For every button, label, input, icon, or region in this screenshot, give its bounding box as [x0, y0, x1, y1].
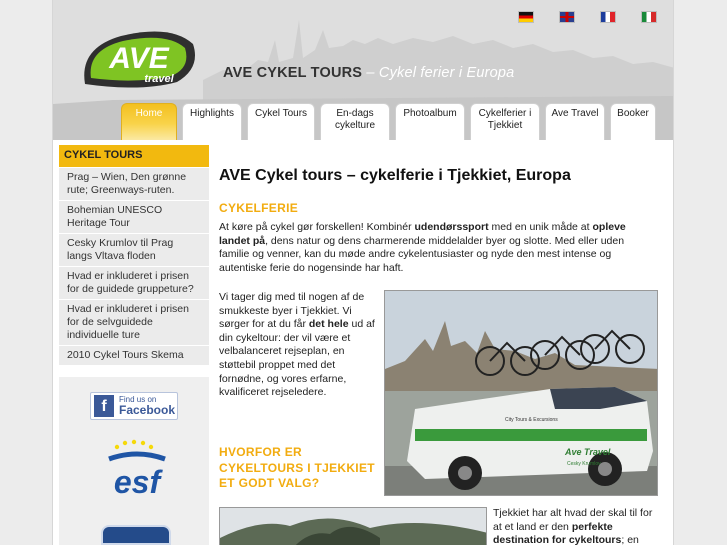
tab-label: Cykelferier i Tjekkiet	[479, 108, 532, 132]
logo-subtext: travel	[144, 73, 174, 85]
text-bold: udendørssport	[414, 221, 489, 233]
support-van-photo: City Tours & Excursions Ave Travel Cesky…	[384, 290, 658, 496]
main-content: AVE Cykel tours – cykelferie i Tjekkiet,…	[219, 145, 663, 545]
tab-photoalbum[interactable]: Photoalbum	[395, 103, 465, 140]
tagline-sub: – Cykel ferier i Europa	[362, 65, 515, 81]
sidebar-item-selfguided-price[interactable]: Hvad er inkluderet i prisen for de selvg…	[59, 299, 209, 345]
tab-label: Highlights	[190, 108, 234, 119]
sidebar-heading: CYKEL TOURS	[59, 145, 209, 167]
site-tagline: AVE CYKEL TOURS – Cykel ferier i Europa	[223, 65, 514, 81]
sidebar-item-prag-wien[interactable]: Prag – Wien, Den grønne rute; Greenways-…	[59, 167, 209, 200]
tab-label: En-dags cykelture	[335, 108, 375, 132]
section-heading-why: HVORFOR ER CYKELTOURS I TJEKKIET ET GODT…	[219, 445, 375, 490]
flag-fr-icon[interactable]	[601, 12, 615, 22]
text-run: , dens natur og dens charmerende middela…	[219, 234, 625, 274]
tab-ave-travel[interactable]: Ave Travel	[545, 103, 605, 140]
tab-label: Cykel Tours	[254, 108, 308, 119]
language-switcher	[519, 12, 656, 22]
facebook-badge-text: Find us on Facebook	[119, 395, 175, 417]
text-run: med en unik måde at	[488, 221, 593, 233]
tab-label-line1: En-dags	[336, 108, 374, 119]
text-run: At køre på cykel gør forskellen! Kombiné…	[219, 221, 415, 233]
tab-label-line2: Tjekkiet	[487, 120, 523, 131]
tagline-brand: AVE CYKEL TOURS	[223, 65, 363, 81]
tab-label: Booker	[617, 108, 649, 119]
facebook-badge[interactable]: f Find us on Facebook	[90, 392, 178, 420]
flag-gb-icon[interactable]	[560, 12, 574, 22]
sidebar: CYKEL TOURS Prag – Wien, Den grønne rute…	[59, 145, 209, 545]
sidebar-item-schedule[interactable]: 2010 Cykel Tours Skema	[59, 345, 209, 365]
sidebar-item-cesky-krumlov[interactable]: Cesky Krumlov til Prag langs Vltava flod…	[59, 233, 209, 266]
sidebar-promo: f Find us on Facebook esf	[59, 377, 209, 545]
landscape-photo	[219, 507, 487, 545]
esf-text: esf	[114, 464, 164, 499]
partner-badge[interactable]	[101, 525, 171, 545]
tour-paragraph: Vi tager dig med til nogen af de smukkes…	[219, 291, 379, 400]
tab-cykel-tours[interactable]: Cykel Tours	[247, 103, 315, 140]
main-nav: Home Highlights Cykel Tours En-dags cykel…	[121, 103, 656, 140]
sidebar-item-guided-price[interactable]: Hvad er inkluderet i prisen for de guide…	[59, 266, 209, 299]
tab-booker[interactable]: Booker	[610, 103, 656, 140]
flag-de-icon[interactable]	[519, 12, 533, 22]
tab-label-line2: cykelture	[334, 120, 375, 131]
tab-label-line1: Cykelferier i	[478, 108, 532, 119]
tab-label: Ave Travel	[551, 108, 599, 119]
flag-it-icon[interactable]	[642, 12, 656, 22]
text-run: ; en	[621, 534, 639, 545]
page-title: AVE Cykel tours – cykelferie i Tjekkiet,…	[219, 167, 571, 184]
esf-logo[interactable]: esf	[103, 439, 171, 499]
why-paragraph: Tjekkiet har alt hvad der skal til for a…	[493, 507, 659, 545]
tab-home[interactable]: Home	[121, 103, 177, 140]
page: AVE travel AVE CYKEL TOURS – Cykel ferie…	[52, 0, 674, 545]
tab-label: Home	[135, 108, 163, 119]
van-brand-text: Ave Travel	[564, 447, 611, 457]
tab-highlights[interactable]: Highlights	[182, 103, 242, 140]
text-bold: det hele	[308, 318, 349, 331]
ave-travel-logo[interactable]: AVE travel	[81, 28, 199, 90]
logo-text: AVE	[108, 42, 169, 75]
facebook-icon: f	[94, 395, 114, 417]
section-heading-cykelferie: CYKELFERIE	[219, 201, 299, 215]
van-side-text: City Tours & Excursions	[505, 417, 558, 423]
van-image: City Tours & Excursions Ave Travel Cesky…	[385, 291, 657, 495]
sidebar-item-unesco-tour[interactable]: Bohemian UNESCO Heritage Tour	[59, 200, 209, 233]
facebook-badge-main: Facebook	[119, 403, 176, 417]
tab-en-dags-cykelture[interactable]: En-dags cykelture	[320, 103, 390, 140]
tab-label: Photoalbum	[403, 108, 457, 119]
header: AVE travel AVE CYKEL TOURS – Cykel ferie…	[53, 0, 673, 140]
landscape-image	[220, 508, 486, 545]
intro-paragraph: At køre på cykel gør forskellen! Kombiné…	[219, 221, 649, 275]
van-plate-text: Cesky Krumlov	[567, 461, 601, 467]
tab-cykelferier-i-tjekkiet[interactable]: Cykelferier i Tjekkiet	[470, 103, 540, 140]
